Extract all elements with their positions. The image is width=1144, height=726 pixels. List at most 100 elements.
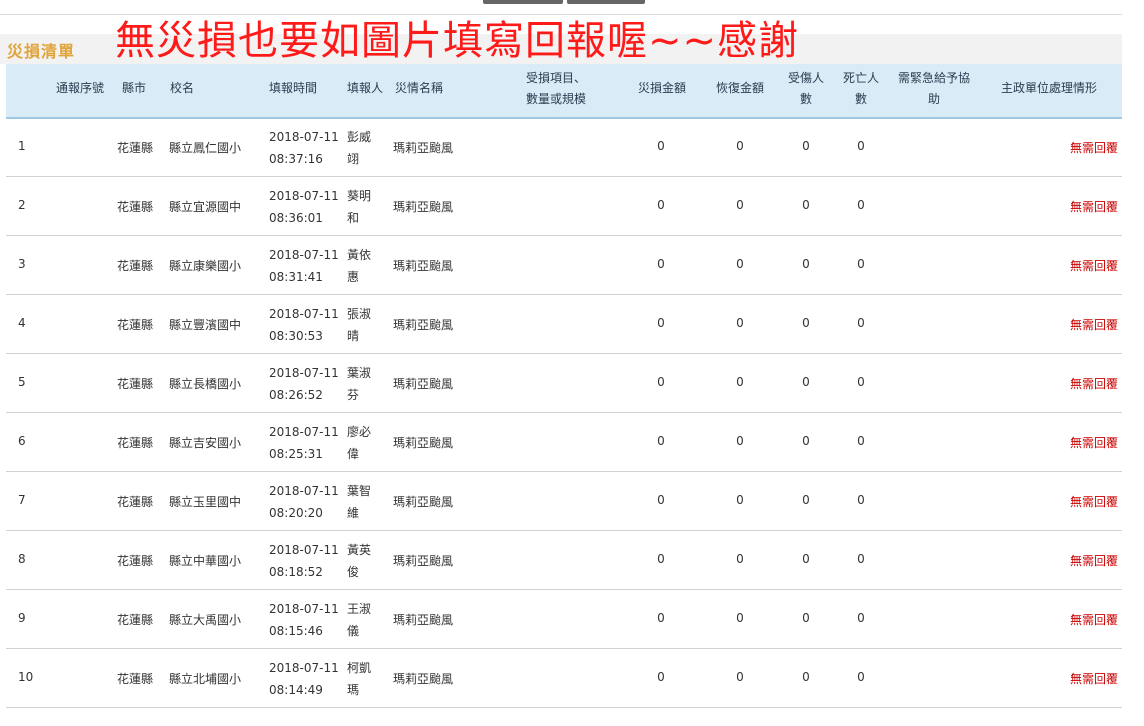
cell-reporter-line2: 瑪 — [347, 683, 360, 697]
cell-time: 08:30:53 — [269, 329, 323, 343]
cell-reporter-line2: 惠 — [347, 270, 360, 284]
cell-reporter-line2: 偉 — [347, 447, 360, 461]
cell-dead: 0 — [857, 552, 865, 566]
cell-date: 2018-07-11 — [269, 189, 339, 203]
cell-county: 花蓮縣 — [117, 200, 154, 214]
header-county: 縣市 — [121, 81, 146, 95]
header-reporter: 填報人 — [346, 81, 383, 95]
table-row: 8 花蓮縣 縣立中華國小 2018-07-11 08:18:52 黃英俊 瑪莉亞颱風 0 0 0 0… — [6, 531, 1122, 590]
cell-loss: 0 — [657, 257, 665, 271]
cell-seq: 6 — [18, 434, 26, 448]
cell-dead: 0 — [857, 198, 865, 212]
cell-injured: 0 — [802, 611, 810, 625]
cell-status-link[interactable]: 無需回覆 — [1038, 139, 1118, 156]
cell-county: 花蓮縣 — [117, 672, 154, 686]
header-time: 填報時間 — [268, 81, 317, 95]
top-tab-button-1[interactable] — [483, 0, 563, 4]
cell-dead: 0 — [857, 611, 865, 625]
cell-reporter-line2: 和 — [347, 211, 360, 225]
cell-reporter-line2: 儀 — [347, 624, 360, 638]
cell-school: 縣立大禹國小 — [169, 613, 242, 627]
cell-seq: 4 — [18, 316, 26, 330]
cell-reporter-line2: 晴 — [347, 329, 360, 343]
header-disaster: 災情名稱 — [394, 81, 443, 95]
cell-recovery: 0 — [736, 375, 744, 389]
cell-injured: 0 — [802, 316, 810, 330]
cell-recovery: 0 — [736, 434, 744, 448]
cell-school: 縣立玉里國中 — [169, 495, 242, 509]
cell-status-link[interactable]: 無需回覆 — [1038, 493, 1118, 510]
cell-status-link[interactable]: 無需回覆 — [1038, 375, 1118, 392]
cell-status-link[interactable]: 無需回覆 — [1038, 316, 1118, 333]
cell-dead: 0 — [857, 434, 865, 448]
cell-reporter-line1: 黃英 — [347, 543, 372, 557]
header-handling: 主政單位處理情形 — [1000, 81, 1097, 95]
cell-reporter-line1: 葵明 — [347, 189, 372, 203]
cell-injured: 0 — [802, 257, 810, 271]
top-tab-button-2[interactable] — [567, 0, 645, 4]
table-row: 7 花蓮縣 縣立玉里國中 2018-07-11 08:20:20 葉智維 瑪莉亞颱風 0 0 0 0… — [6, 472, 1122, 531]
cell-disaster: 瑪莉亞颱風 — [393, 318, 454, 332]
cell-reporter-line1: 葉淑 — [347, 366, 372, 380]
cell-seq: 3 — [18, 257, 26, 271]
cell-status-link[interactable]: 無需回覆 — [1038, 611, 1118, 628]
cell-time: 08:20:20 — [269, 506, 323, 520]
cell-dead: 0 — [857, 670, 865, 684]
cell-seq: 10 — [18, 670, 34, 684]
cell-recovery: 0 — [736, 198, 744, 212]
cell-recovery: 0 — [736, 139, 744, 153]
header-items-line2: 數量或規模 — [525, 92, 586, 106]
header-injured-line1: 受傷人 — [787, 71, 824, 85]
cell-seq: 2 — [18, 198, 26, 212]
header-dead-line1: 死亡人 — [842, 71, 879, 85]
cell-school: 縣立吉安國小 — [169, 436, 242, 450]
header-urgent-line2: 助 — [927, 92, 940, 106]
cell-dead: 0 — [857, 493, 865, 507]
cell-disaster: 瑪莉亞颱風 — [393, 259, 454, 273]
cell-status-link[interactable]: 無需回覆 — [1038, 670, 1118, 687]
cell-reporter-line1: 張淑 — [347, 307, 372, 321]
cell-seq: 5 — [18, 375, 26, 389]
cell-county: 花蓮縣 — [117, 141, 154, 155]
cell-injured: 0 — [802, 670, 810, 684]
cell-recovery: 0 — [736, 493, 744, 507]
cell-loss: 0 — [657, 198, 665, 212]
table-row: 4 花蓮縣 縣立豐濱國中 2018-07-11 08:30:53 張淑晴 瑪莉亞颱風 0 0 0 0… — [6, 295, 1122, 354]
cell-loss: 0 — [657, 670, 665, 684]
cell-time: 08:18:52 — [269, 565, 323, 579]
cell-date: 2018-07-11 — [269, 130, 339, 144]
cell-injured: 0 — [802, 552, 810, 566]
cell-status-link[interactable]: 無需回覆 — [1038, 198, 1118, 215]
table-header: 通報序號 縣市 校名 填報時間 填報人 災情名稱 受損項目、 數量或規模 災損金… — [6, 64, 1122, 119]
table-row: 6 花蓮縣 縣立吉安國小 2018-07-11 08:25:31 廖必偉 瑪莉亞颱風 0 0 0 0… — [6, 413, 1122, 472]
cell-time: 08:37:16 — [269, 152, 323, 166]
header-school: 校名 — [169, 81, 194, 95]
cell-school: 縣立豐濱國中 — [169, 318, 242, 332]
header-injured-line2: 數 — [799, 92, 812, 106]
cell-status-link[interactable]: 無需回覆 — [1038, 552, 1118, 569]
cell-status-link[interactable]: 無需回覆 — [1038, 257, 1118, 274]
table-row: 10 花蓮縣 縣立北埔國小 2018-07-11 08:14:49 柯凱瑪 瑪莉亞颱風 0 0 0… — [6, 649, 1122, 708]
cell-loss: 0 — [657, 139, 665, 153]
cell-seq: 8 — [18, 552, 26, 566]
table-row: 1 花蓮縣 縣立鳳仁國小 2018-07-11 08:37:16 彭威翊 瑪莉亞颱風 0 0 0 0… — [6, 118, 1122, 177]
section-title: 災損清單 — [7, 42, 76, 61]
cell-dead: 0 — [857, 139, 865, 153]
cell-date: 2018-07-11 — [269, 543, 339, 557]
header-items-line1: 受損項目、 — [525, 71, 586, 85]
cell-injured: 0 — [802, 198, 810, 212]
cell-status-link[interactable]: 無需回覆 — [1038, 434, 1118, 451]
cell-date: 2018-07-11 — [269, 602, 339, 616]
cell-injured: 0 — [802, 434, 810, 448]
cell-disaster: 瑪莉亞颱風 — [393, 200, 454, 214]
cell-loss: 0 — [657, 611, 665, 625]
header-seq: 通報序號 — [55, 81, 104, 95]
cell-loss: 0 — [657, 552, 665, 566]
header-dead-line2: 數 — [854, 92, 867, 106]
cell-county: 花蓮縣 — [117, 259, 154, 273]
table-row: 3 花蓮縣 縣立康樂國小 2018-07-11 08:31:41 黃依惠 瑪莉亞颱風 0 0 0 0… — [6, 236, 1122, 295]
cell-reporter-line1: 黃依 — [347, 248, 372, 262]
cell-recovery: 0 — [736, 316, 744, 330]
cell-loss: 0 — [657, 375, 665, 389]
cell-school: 縣立鳳仁國小 — [169, 141, 242, 155]
